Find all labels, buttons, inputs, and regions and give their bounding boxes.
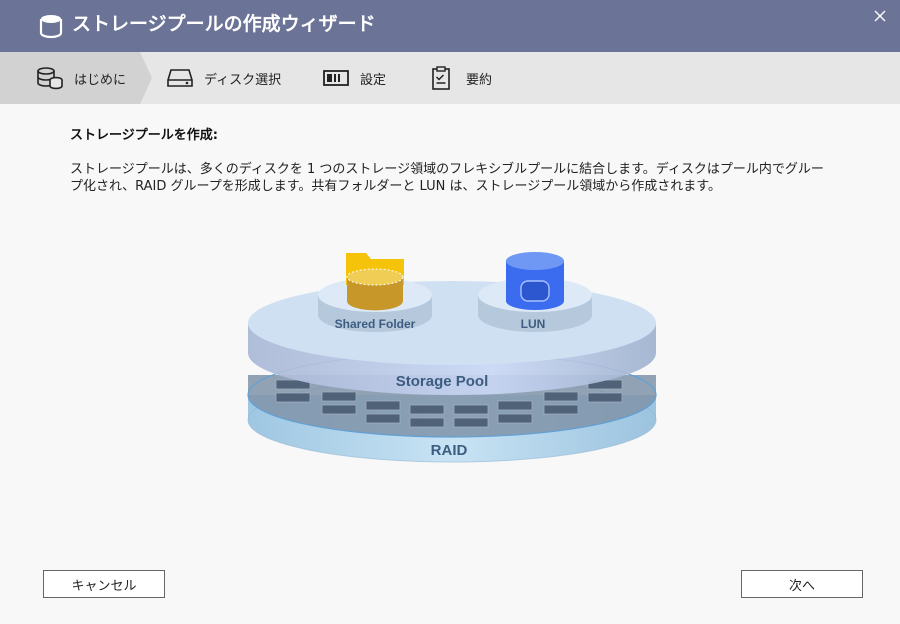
wizard-steps: はじめに ディスク選択 設定 要約 — [0, 52, 900, 104]
step-label: はじめに — [74, 72, 127, 88]
close-icon[interactable] — [870, 6, 890, 26]
settings-panel-icon — [323, 70, 349, 86]
shared-folder-label: Shared Folder — [335, 317, 416, 331]
step-introduction: はじめに — [36, 52, 126, 104]
disk-icon — [167, 69, 193, 87]
description-line-1: ストレージプールは、多くのディスクを 1 つのストレージ領域のフレキシブルプール… — [70, 162, 824, 177]
intro-content: ストレージプールを作成: ストレージプールは、多くのディスクを 1 つのストレー… — [70, 124, 840, 195]
description-line-2: プ化され、RAID グループを形成します。共有フォルダーと LUN は、ストレー… — [70, 179, 721, 194]
cancel-button[interactable]: キャンセル — [43, 570, 165, 598]
lun-label: LUN — [521, 317, 546, 331]
database-icon — [37, 67, 63, 90]
step-summary: 要約 — [428, 52, 492, 104]
storage-pool-illustration: Shared Folder LUN Storage Pool RAID — [247, 252, 657, 463]
title-bar: ストレージプールの作成ウィザード — [0, 0, 900, 52]
section-heading: ストレージプールを作成: — [70, 128, 218, 143]
step-label: 要約 — [466, 72, 493, 88]
step-label: 設定 — [360, 72, 387, 88]
raid-label: RAID — [431, 442, 468, 459]
storage-pool-label: Storage Pool — [396, 373, 489, 390]
step-label: ディスク選択 — [204, 72, 282, 88]
storage-pool-icon — [39, 15, 63, 39]
next-button[interactable]: 次へ — [741, 570, 863, 598]
step-settings: 設定 — [322, 52, 386, 104]
clipboard-icon — [432, 66, 450, 90]
lun-icon — [506, 252, 564, 310]
window-title: ストレージプールの作成ウィザード — [72, 13, 376, 35]
shared-folder-icon — [346, 253, 404, 311]
step-disk-selection: ディスク選択 — [166, 52, 281, 104]
